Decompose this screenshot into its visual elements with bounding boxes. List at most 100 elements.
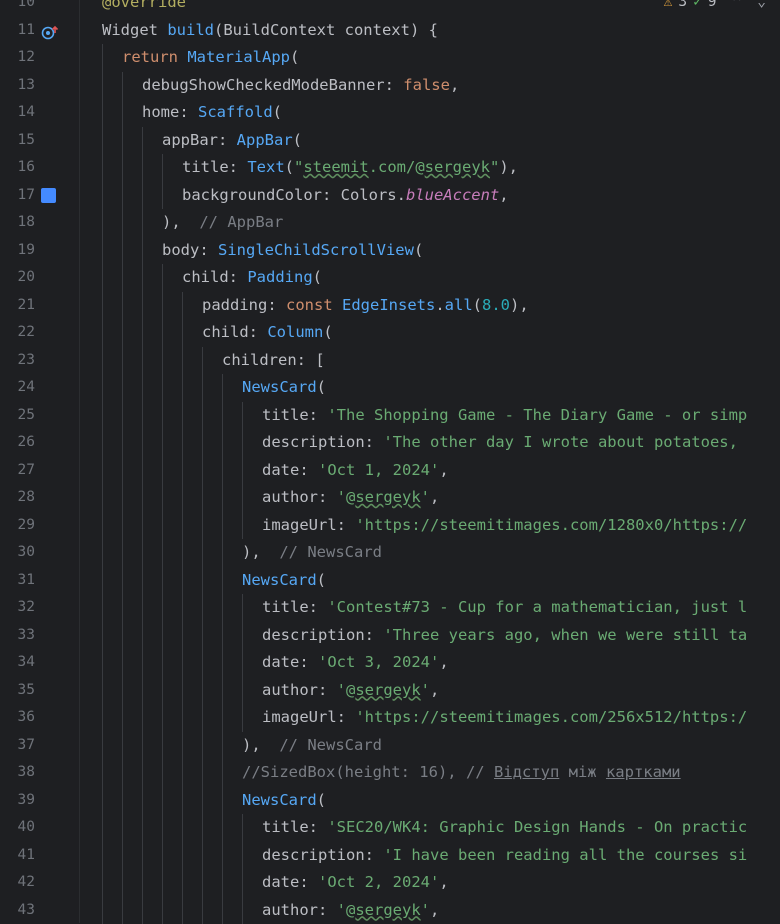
code-line[interactable]: 41description: 'I have been reading all … xyxy=(0,842,780,870)
code-line[interactable]: 42date: 'Oct 2, 2024', xyxy=(0,869,780,897)
override-marker-icon[interactable] xyxy=(41,23,57,39)
code-line[interactable]: 29imageUrl: 'https://steemitimages.com/1… xyxy=(0,512,780,540)
code-text[interactable]: body: SingleChildScrollView( xyxy=(162,237,423,265)
code-token: child: xyxy=(202,323,267,341)
code-text[interactable]: debugShowCheckedModeBanner: false, xyxy=(142,72,459,100)
code-line[interactable]: 33description: 'Three years ago, when we… xyxy=(0,622,780,650)
code-line[interactable]: 14 home: Scaffold( xyxy=(0,99,780,127)
code-text[interactable]: ), // NewsCard xyxy=(242,732,382,760)
line-number: 37 xyxy=(0,732,35,760)
code-line[interactable]: 11Widget build(BuildContext context) { xyxy=(0,17,780,45)
code-line[interactable]: 40title: 'SEC20/WK4: Graphic Design Hand… xyxy=(0,814,780,842)
code-text[interactable]: title: 'Contest#73 - Cup for a mathemati… xyxy=(262,594,747,622)
code-token: NewsCard xyxy=(242,791,317,809)
code-line[interactable]: 38//SizedBox(height: 16), // Відступ між… xyxy=(0,759,780,787)
inspection-widget[interactable]: ⚠ 3 ✓ 9 ⌃ ⌄ xyxy=(664,0,766,10)
code-line[interactable]: 22child: Column( xyxy=(0,319,780,347)
code-line[interactable]: 32title: 'Contest#73 - Cup for a mathema… xyxy=(0,594,780,622)
code-text[interactable]: author: '@sergeyk', xyxy=(262,677,439,705)
code-token: children: [ xyxy=(222,351,325,369)
code-token: '@ xyxy=(337,681,356,699)
color-swatch-icon[interactable] xyxy=(41,188,56,203)
code-text[interactable]: title: 'The Shopping Game - The Diary Ga… xyxy=(262,402,747,430)
code-text[interactable]: padding: const EdgeInsets.all(8.0), xyxy=(202,292,529,320)
code-token: між xyxy=(559,763,606,781)
code-text[interactable]: child: Column( xyxy=(202,319,333,347)
code-line[interactable]: 15appBar: AppBar( xyxy=(0,127,780,155)
chevron-up-icon[interactable]: ⌃ xyxy=(733,0,742,10)
code-line[interactable]: 19 body: SingleChildScrollView( xyxy=(0,237,780,265)
code-line[interactable]: 43author: '@sergeyk', xyxy=(0,897,780,924)
code-line[interactable]: 17 backgroundColor: Colors.blueAccent, xyxy=(0,182,780,210)
code-text[interactable]: backgroundColor: Colors.blueAccent, xyxy=(182,182,509,210)
code-text[interactable]: return MaterialApp( xyxy=(122,44,299,72)
code-token: sergeyk xyxy=(355,901,420,919)
code-line[interactable]: 25 title: 'The Shopping Game - The Diary … xyxy=(0,402,780,430)
code-text[interactable]: Widget build(BuildContext context) { xyxy=(102,17,438,45)
code-token: Scaffold xyxy=(198,103,273,121)
line-number: 19 xyxy=(0,237,35,265)
code-text[interactable]: date: 'Oct 1, 2024', xyxy=(262,457,449,485)
code-token: date: xyxy=(262,873,318,891)
code-text[interactable]: date: 'Oct 2, 2024', xyxy=(262,869,449,897)
code-text[interactable]: title: 'SEC20/WK4: Graphic Design Hands … xyxy=(262,814,747,842)
code-token: // NewsCard xyxy=(279,543,382,561)
code-text[interactable]: NewsCard( xyxy=(242,374,326,402)
line-number: 24 xyxy=(0,374,35,402)
code-line[interactable]: 28author: '@sergeyk', xyxy=(0,484,780,512)
code-line[interactable]: 34date: 'Oct 3, 2024', xyxy=(0,649,780,677)
code-text[interactable]: author: '@sergeyk', xyxy=(262,897,439,924)
code-token: steemit xyxy=(303,158,368,176)
code-token: home: xyxy=(142,103,198,121)
line-number: 17 xyxy=(0,182,35,210)
code-text[interactable]: date: 'Oct 3, 2024', xyxy=(262,649,449,677)
code-text[interactable]: author: '@sergeyk', xyxy=(262,484,439,512)
code-line[interactable]: 16title: Text("steemit.com/@sergeyk"), xyxy=(0,154,780,182)
code-text[interactable]: appBar: AppBar( xyxy=(162,127,302,155)
code-text[interactable]: @override xyxy=(102,0,186,17)
code-text[interactable]: home: Scaffold( xyxy=(142,99,282,127)
code-text[interactable]: ), // NewsCard xyxy=(242,539,382,567)
code-token: , xyxy=(430,488,439,506)
code-line[interactable]: 13 debugShowCheckedModeBanner: false, xyxy=(0,72,780,100)
code-text[interactable]: ), // AppBar xyxy=(162,209,283,237)
code-line[interactable]: 21padding: const EdgeInsets.all(8.0), xyxy=(0,292,780,320)
line-number: 14 xyxy=(0,99,35,127)
code-text[interactable]: children: [ xyxy=(222,347,325,375)
code-line[interactable]: 35author: '@sergeyk', xyxy=(0,677,780,705)
code-token: // AppBar xyxy=(199,213,283,231)
code-text[interactable]: NewsCard( xyxy=(242,567,326,595)
line-number: 10 xyxy=(0,0,35,17)
code-text[interactable]: //SizedBox(height: 16), // Відступ між к… xyxy=(242,759,681,787)
code-line[interactable]: 37 ), // NewsCard xyxy=(0,732,780,760)
code-token: Padding xyxy=(247,268,312,286)
line-number: 13 xyxy=(0,72,35,100)
code-token: (BuildContext context) { xyxy=(214,21,438,39)
code-line[interactable]: 39NewsCard( xyxy=(0,787,780,815)
code-line[interactable]: 30), // NewsCard xyxy=(0,539,780,567)
code-text[interactable]: imageUrl: 'https://steemitimages.com/256… xyxy=(262,704,747,732)
code-text[interactable]: imageUrl: 'https://steemitimages.com/128… xyxy=(262,512,747,540)
code-text[interactable]: description: 'The other day I wrote abou… xyxy=(262,429,747,457)
code-line[interactable]: 27date: 'Oct 1, 2024', xyxy=(0,457,780,485)
code-token: 8.0 xyxy=(482,296,510,314)
code-text[interactable]: description: 'I have been reading all th… xyxy=(262,842,747,870)
code-token: 'I have been reading all the courses si xyxy=(383,846,747,864)
code-line[interactable]: 31NewsCard( xyxy=(0,567,780,595)
code-line[interactable]: 18), // AppBar xyxy=(0,209,780,237)
code-line[interactable]: 36imageUrl: 'https://steemitimages.com/2… xyxy=(0,704,780,732)
code-line[interactable]: 12return MaterialApp( xyxy=(0,44,780,72)
code-line[interactable]: 26description: 'The other day I wrote ab… xyxy=(0,429,780,457)
code-line[interactable]: 24 NewsCard( xyxy=(0,374,780,402)
code-text[interactable]: title: Text("steemit.com/@sergeyk"), xyxy=(182,154,518,182)
code-text[interactable]: description: 'Three years ago, when we w… xyxy=(262,622,747,650)
line-number: 25 xyxy=(0,402,35,430)
code-text[interactable]: child: Padding( xyxy=(182,264,322,292)
code-token: , xyxy=(450,76,459,94)
code-line[interactable]: 20child: Padding( xyxy=(0,264,780,292)
code-token: debugShowCheckedModeBanner: xyxy=(142,76,403,94)
code-editor[interactable]: 10 @override11Widget build(BuildContext c… xyxy=(0,0,780,923)
code-line[interactable]: 23children: [ xyxy=(0,347,780,375)
code-text[interactable]: NewsCard( xyxy=(242,787,326,815)
chevron-down-icon[interactable]: ⌄ xyxy=(757,0,766,10)
